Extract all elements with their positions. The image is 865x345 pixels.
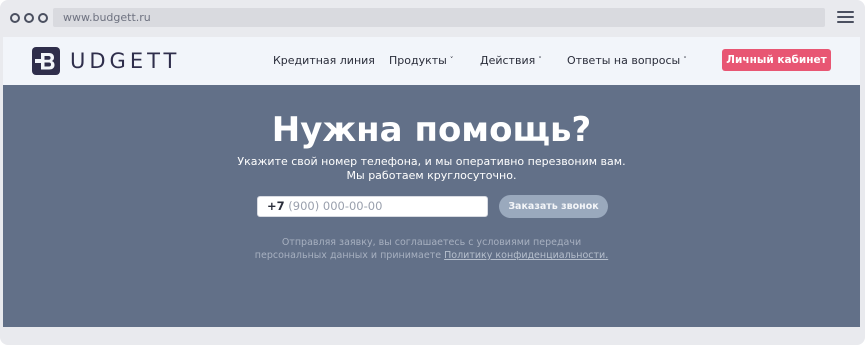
logo-text: UDGETT <box>70 49 181 73</box>
consent-prefix: персональных данных и принимаете <box>254 250 442 261</box>
window-dot-icon[interactable] <box>24 13 34 23</box>
address-bar[interactable]: www.budgett.ru <box>53 8 825 27</box>
subtitle-line: Укажите свой номер телефона, и мы операт… <box>237 155 626 168</box>
window-controls <box>10 13 48 23</box>
nav-label: Ответы на вопросы <box>567 54 681 67</box>
browser-chrome: www.budgett.ru <box>0 0 865 36</box>
site-header: UDGETT Кредитная линия Продукты ˅ Действи… <box>3 37 860 85</box>
personal-account-button[interactable]: Личный кабинет <box>722 49 831 71</box>
browser-window: www.budgett.ru UDGETT Кредитная линия Пр… <box>0 0 865 345</box>
budgett-b-logo-icon <box>32 47 60 75</box>
chevron-down-icon: ˅ <box>683 56 687 64</box>
help-section: Нужна помощь? Укажите свой номер телефон… <box>3 85 860 327</box>
window-dot-icon[interactable] <box>38 13 48 23</box>
nav-label: Действия <box>480 54 536 67</box>
phone-prefix: +7 <box>267 199 285 213</box>
logo[interactable]: UDGETT <box>32 47 180 75</box>
nav-label: Продукты <box>389 54 447 67</box>
hamburger-menu-icon[interactable] <box>837 11 854 24</box>
nav-item-faq[interactable]: Ответы на вопросы ˅ <box>567 54 687 67</box>
consent-line: персональных данных и принимаете Политик… <box>3 249 860 262</box>
consent-line: Отправляя заявку, вы соглашаетесь с усло… <box>281 237 582 248</box>
chevron-down-icon: ˅ <box>538 56 542 64</box>
privacy-policy-link[interactable]: Политику конфиденциальности. <box>444 250 608 261</box>
nav-item-products[interactable]: Продукты ˅ <box>389 54 453 67</box>
window-dot-icon[interactable] <box>10 13 20 23</box>
help-subtitle: Укажите свой номер телефона, и мы операт… <box>3 155 860 183</box>
phone-input[interactable]: +7 (900) 000-00-00 <box>257 196 488 217</box>
consent-text: Отправляя заявку, вы соглашаетесь с усло… <box>3 236 860 262</box>
nav-label: Кредитная линия <box>273 54 375 67</box>
phone-placeholder: (900) 000-00-00 <box>288 199 383 213</box>
subtitle-line: Мы работаем круглосуточно. <box>346 169 517 182</box>
nav-item-credit-line[interactable]: Кредитная линия <box>273 54 375 67</box>
help-title: Нужна помощь? <box>271 110 592 150</box>
nav-item-actions[interactable]: Действия ˅ <box>480 54 542 67</box>
chevron-down-icon: ˅ <box>449 56 454 64</box>
request-call-button[interactable]: Заказать звонок <box>499 195 608 218</box>
